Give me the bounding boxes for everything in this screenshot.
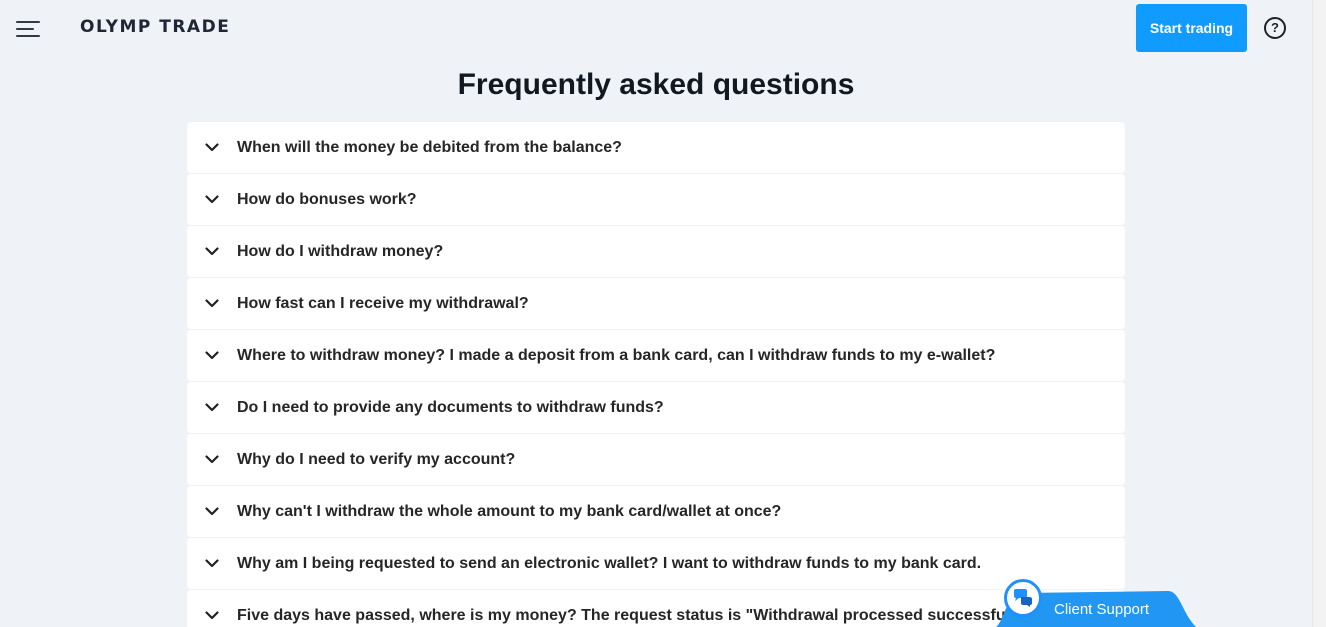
faq-item[interactable]: Why am I being requested to send an elec… (187, 538, 1125, 589)
scrollbar-track[interactable] (1312, 0, 1326, 627)
faq-question: When will the money be debited from the … (237, 138, 622, 156)
chevron-down-icon (187, 195, 237, 204)
faq-question: Five days have passed, where is my money… (237, 606, 1063, 624)
faq-question: Why do I need to verify my account? (237, 450, 516, 468)
faq-question: How do bonuses work? (237, 190, 417, 208)
chevron-down-icon (187, 611, 237, 620)
client-support-widget[interactable]: Client Support (996, 579, 1196, 627)
faq-item[interactable]: Why do I need to verify my account? (187, 434, 1125, 485)
chat-bubbles-icon[interactable] (1004, 579, 1042, 617)
faq-item[interactable]: How do bonuses work? (187, 174, 1125, 225)
chevron-down-icon (187, 559, 237, 568)
faq-item[interactable]: Why can't I withdraw the whole amount to… (187, 486, 1125, 537)
olymp-trade-logo[interactable]: OLYMP TRADE (80, 17, 230, 39)
hamburger-menu-icon[interactable] (16, 18, 42, 38)
client-support-label: Client Support (1054, 601, 1150, 618)
chevron-down-icon (187, 351, 237, 360)
faq-item[interactable]: Do I need to provide any documents to wi… (187, 382, 1125, 433)
faq-question: Do I need to provide any documents to wi… (237, 398, 664, 416)
faq-item[interactable]: How fast can I receive my withdrawal? (187, 278, 1125, 329)
start-trading-button[interactable]: Start trading (1136, 4, 1247, 52)
faq-question: Where to withdraw money? I made a deposi… (237, 346, 996, 364)
chevron-down-icon (187, 455, 237, 464)
faq-question: How do I withdraw money? (237, 242, 444, 260)
chevron-down-icon (187, 403, 237, 412)
faq-item[interactable]: When will the money be debited from the … (187, 122, 1125, 173)
faq-item[interactable]: How do I withdraw money? (187, 226, 1125, 277)
faq-question: Why am I being requested to send an elec… (237, 554, 982, 572)
page-title: Frequently asked questions (457, 68, 855, 101)
chevron-down-icon (187, 247, 237, 256)
faq-list: When will the money be debited from the … (187, 122, 1125, 627)
chevron-down-icon (187, 143, 237, 152)
faq-question: Why can't I withdraw the whole amount to… (237, 502, 782, 520)
chevron-down-icon (187, 507, 237, 516)
faq-item[interactable]: Five days have passed, where is my money… (187, 590, 1125, 627)
chevron-down-icon (187, 299, 237, 308)
faq-question: How fast can I receive my withdrawal? (237, 294, 529, 312)
faq-item[interactable]: Where to withdraw money? I made a deposi… (187, 330, 1125, 381)
top-header: OLYMP TRADE Start trading ? (0, 0, 1312, 58)
help-circle-icon[interactable]: ? (1264, 17, 1286, 39)
